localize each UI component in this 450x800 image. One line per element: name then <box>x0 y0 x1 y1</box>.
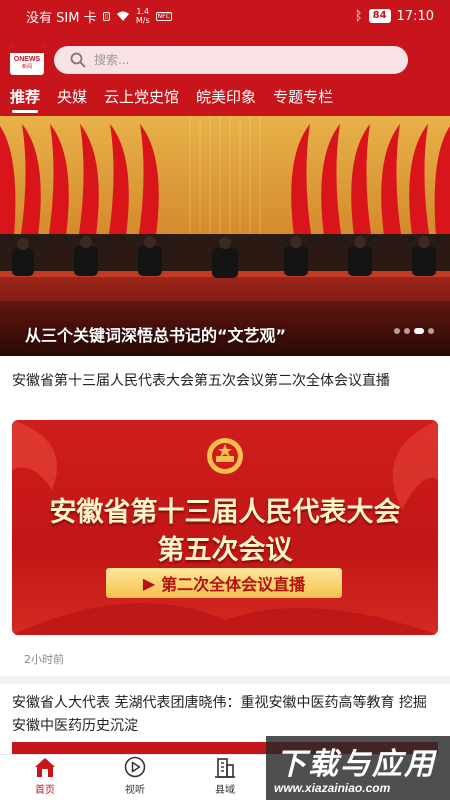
app-logo[interactable]: ONEWS 新闻 <box>10 45 44 75</box>
hero-caption[interactable]: 从三个关键词深悟总书记的“文艺观” <box>25 322 286 346</box>
hero-carousel[interactable]: 从三个关键词深悟总书记的“文艺观” <box>0 116 450 356</box>
watermark-main-text: 下载与应用 <box>276 747 436 782</box>
clock: 17:10 <box>396 8 434 24</box>
building-icon <box>215 758 235 778</box>
sim-icon: ▯ <box>102 11 110 21</box>
nav-county[interactable]: 县域 <box>180 755 270 800</box>
news-timestamp: 2小时前 <box>24 653 64 666</box>
tab-special-topics[interactable]: 专题专栏 <box>273 84 333 116</box>
wifi-icon <box>116 11 129 21</box>
search-bar[interactable] <box>54 46 408 74</box>
carousel-indicator <box>394 328 434 334</box>
net-speed: 1.4 M/s <box>136 7 150 25</box>
carousel-dot[interactable] <box>428 328 434 334</box>
home-icon <box>35 758 55 777</box>
nav-video-label: 视听 <box>125 785 145 796</box>
carousel-dot[interactable] <box>394 328 400 334</box>
play-triangle-icon: ▶ <box>142 573 156 593</box>
status-right: ᛒ 84 17:10 <box>355 9 434 24</box>
live-stream-label: 第二次全体会议直播 <box>161 575 306 594</box>
logo-subtext: 新闻 <box>21 64 32 70</box>
search-input[interactable] <box>94 53 374 67</box>
thumbnail-headline-1: 安徽省第十三届人民代表大会 <box>49 497 401 528</box>
app-header: ONEWS 新闻 推荐 央媒 云上党史馆 皖美印象 专题专栏 <box>0 32 450 116</box>
nav-home-label: 首页 <box>35 785 55 796</box>
play-icon <box>124 756 146 778</box>
nav-home[interactable]: 首页 <box>0 755 90 800</box>
tab-anhui-impression[interactable]: 皖美印象 <box>196 84 256 116</box>
watermark: 下载与应用 www.xiazainiao.com <box>266 736 450 800</box>
bluetooth-icon: ᛒ <box>354 8 363 24</box>
thumbnail-headline-2: 第五次会议 <box>157 535 293 566</box>
search-icon <box>70 52 86 68</box>
news-title[interactable]: 安徽省第十三届人民代表大会第五次会议第二次全体会议直播 <box>12 370 438 393</box>
news-thumbnail[interactable]: 安徽省第十三届人民代表大会 第五次会议 ▶ 第二次全体会议直播 <box>12 420 438 635</box>
carrier-label: 没有 SIM 卡 <box>26 10 97 26</box>
nfc-icon: NFC <box>155 11 172 21</box>
category-tabs: 推荐 央媒 云上党史馆 皖美印象 专题专栏 <box>0 84 350 116</box>
nav-county-label: 县域 <box>215 785 235 796</box>
logo-text: ONEWS <box>13 56 41 63</box>
carousel-dot[interactable] <box>404 328 410 334</box>
news-title[interactable]: 安徽省人大代表 芜湖代表团唐晓伟：重视安徽中医药高等教育 挖掘安徽中医药历史沉淀 <box>12 692 438 738</box>
national-emblem-icon <box>207 438 243 474</box>
status-bar: 没有 SIM 卡 ▯ 1.4 M/s NFC ᛒ 84 17:10 <box>0 0 450 32</box>
net-speed-unit: M/s <box>135 16 150 25</box>
watermark-url: www.xiazainiao.com <box>274 781 391 795</box>
nav-video[interactable]: 视听 <box>90 755 180 800</box>
status-left: 没有 SIM 卡 ▯ 1.4 M/s NFC <box>26 7 172 26</box>
section-divider <box>0 676 450 684</box>
battery-indicator: 84 <box>368 9 391 23</box>
news-card[interactable]: 安徽省第十三届人民代表大会第五次会议第二次全体会议直播 安徽省第十三届人民代表大… <box>0 356 450 684</box>
net-speed-value: 1.4 <box>136 7 150 16</box>
tab-central-media[interactable]: 央媒 <box>57 84 87 116</box>
carousel-dot-active[interactable] <box>414 328 424 334</box>
live-stream-button[interactable]: ▶ 第二次全体会议直播 <box>106 568 342 598</box>
hero-image <box>0 116 450 356</box>
tab-recommend[interactable]: 推荐 <box>10 84 40 116</box>
tab-party-history[interactable]: 云上党史馆 <box>104 84 179 116</box>
